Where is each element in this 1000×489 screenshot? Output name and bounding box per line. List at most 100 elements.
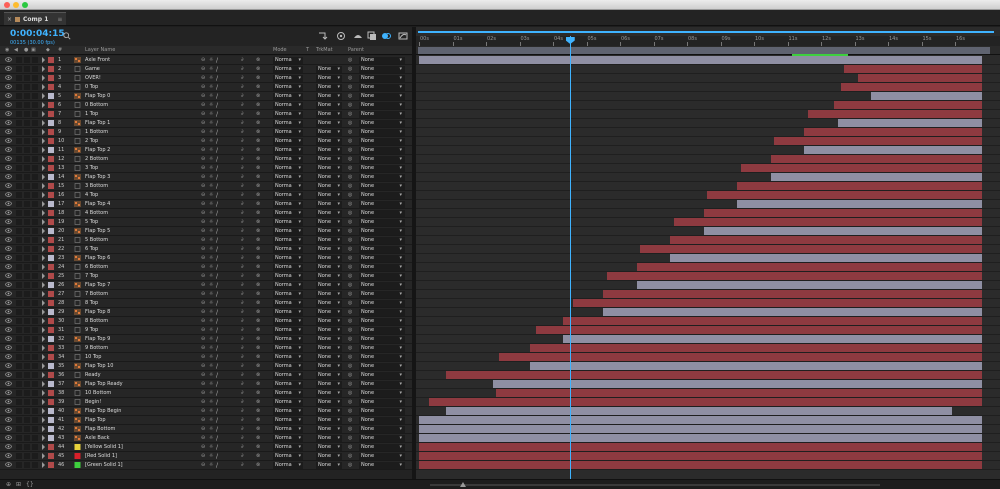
quality-switch-icon[interactable]: / [216,273,222,280]
pickwhip-icon[interactable]: ∂ [241,93,244,99]
collapse-switch-icon[interactable]: ☼ [209,372,215,378]
audio-switch[interactable] [16,264,22,270]
audio-switch[interactable] [16,309,22,315]
expand-arrow-icon[interactable] [42,75,45,81]
layer-duration-bar[interactable] [603,290,982,298]
shy-switch-icon[interactable]: ⊖ [201,435,207,441]
effects-switch[interactable] [226,354,232,360]
shy-switch-icon[interactable]: ⊖ [201,453,207,459]
3d-layer-switch-icon[interactable]: ⊗ [256,246,262,252]
parent-pickwhip-icon[interactable]: ◎ [348,66,352,72]
pickwhip-icon[interactable]: ∂ [241,174,244,180]
visibility-eye-icon[interactable] [5,426,12,431]
collapse-switch-icon[interactable]: ☼ [209,228,215,234]
label-color-swatch[interactable] [48,300,54,306]
collapse-switch-icon[interactable]: ☼ [209,309,215,315]
3d-layer-switch-icon[interactable]: ⊗ [256,129,262,135]
effects-switch[interactable] [226,444,232,450]
lock-switch[interactable] [32,444,38,450]
expand-arrow-icon[interactable] [42,291,45,297]
parent-pickwhip-icon[interactable]: ◎ [348,417,352,423]
visibility-eye-icon[interactable] [5,192,12,197]
layer-name[interactable]: Begin! [85,399,101,405]
label-color-swatch[interactable] [48,147,54,153]
shy-switch-icon[interactable]: ⊖ [201,156,207,162]
visibility-eye-icon[interactable] [5,408,12,413]
label-color-swatch[interactable] [48,462,54,468]
layer-name[interactable]: 8 Bottom [85,318,108,324]
layer-row[interactable]: 3 OVER! ⊖☼/ ∂ ⊗ Norma None ◎ None [0,74,412,83]
collapse-switch-icon[interactable]: ☼ [209,174,215,180]
effects-switch[interactable] [226,201,232,207]
solo-switch[interactable] [24,264,30,270]
solo-switch[interactable] [24,129,30,135]
quality-switch-icon[interactable]: / [216,138,222,145]
shy-switch-icon[interactable]: ⊖ [201,165,207,171]
quality-switch-icon[interactable]: / [216,228,222,235]
layer-row[interactable]: 34 10 Top ⊖☼/ ∂ ⊗ Norma None ◎ None [0,353,412,362]
blend-mode-dropdown[interactable]: Norma [273,453,303,460]
expand-arrow-icon[interactable] [42,237,45,243]
blend-mode-dropdown[interactable]: Norma [273,111,303,118]
parent-dropdown[interactable]: None [359,120,405,127]
track-matte-dropdown[interactable]: None [316,156,342,163]
visibility-eye-icon[interactable] [5,120,12,125]
label-color-swatch[interactable] [48,417,54,423]
expand-arrow-icon[interactable] [42,111,45,117]
parent-pickwhip-icon[interactable]: ◎ [348,93,352,99]
pickwhip-icon[interactable]: ∂ [241,318,244,324]
blend-mode-dropdown[interactable]: Norma [273,291,303,298]
parent-dropdown[interactable]: None [359,75,405,82]
visibility-eye-icon[interactable] [5,111,12,116]
parent-dropdown[interactable]: None [359,435,405,442]
blend-mode-dropdown[interactable]: Norma [273,129,303,136]
track-matte-dropdown[interactable]: None [316,408,342,415]
label-column-icon[interactable]: ◆ [46,47,50,53]
pickwhip-icon[interactable]: ∂ [241,228,244,234]
blend-mode-dropdown[interactable]: Norma [273,300,303,307]
maximize-window-button[interactable] [22,2,28,8]
lock-switch[interactable] [32,192,38,198]
3d-layer-switch-icon[interactable]: ⊗ [256,363,262,369]
effects-switch[interactable] [226,138,232,144]
effects-switch[interactable] [226,219,232,225]
layer-duration-bar[interactable] [640,245,982,253]
layer-name[interactable]: 9 Bottom [85,345,108,351]
layer-duration-bar[interactable] [703,209,982,217]
blend-mode-dropdown[interactable]: Norma [273,309,303,316]
effects-switch[interactable] [226,291,232,297]
label-color-swatch[interactable] [48,66,54,72]
layer-duration-bar[interactable] [670,236,982,244]
lock-switch[interactable] [32,426,38,432]
shy-switch-icon[interactable]: ⊖ [201,102,207,108]
visibility-eye-icon[interactable] [5,444,12,449]
3d-layer-switch-icon[interactable]: ⊗ [256,300,262,306]
collapse-switch-icon[interactable]: ☼ [209,138,215,144]
solo-switch[interactable] [24,372,30,378]
collapse-switch-icon[interactable]: ☼ [209,237,215,243]
3d-layer-switch-icon[interactable]: ⊗ [256,291,262,297]
collapse-switch-icon[interactable]: ☼ [209,363,215,369]
effects-switch[interactable] [226,192,232,198]
collapse-switch-icon[interactable]: ☼ [209,336,215,342]
track-matte-dropdown[interactable]: None [316,102,342,109]
audio-switch[interactable] [16,318,22,324]
3d-layer-switch-icon[interactable]: ⊗ [256,156,262,162]
lock-switch[interactable] [32,291,38,297]
solo-switch[interactable] [24,381,30,387]
visibility-eye-icon[interactable] [5,417,12,422]
layer-duration-bar[interactable] [419,56,982,64]
search-icon[interactable] [63,32,71,40]
pickwhip-icon[interactable]: ∂ [241,453,244,459]
collapse-switch-icon[interactable]: ☼ [209,84,215,90]
collapse-switch-icon[interactable]: ☼ [209,183,215,189]
effects-switch[interactable] [226,129,232,135]
parent-pickwhip-icon[interactable]: ◎ [348,183,352,189]
effects-switch[interactable] [226,57,232,63]
lock-switch[interactable] [32,201,38,207]
3d-layer-switch-icon[interactable]: ⊗ [256,201,262,207]
blend-mode-dropdown[interactable]: Norma [273,399,303,406]
layer-name[interactable]: 4 Bottom [85,210,108,216]
layer-row[interactable]: 22 6 Top ⊖☼/ ∂ ⊗ Norma None ◎ None [0,245,412,254]
blend-mode-dropdown[interactable]: Norma [273,174,303,181]
